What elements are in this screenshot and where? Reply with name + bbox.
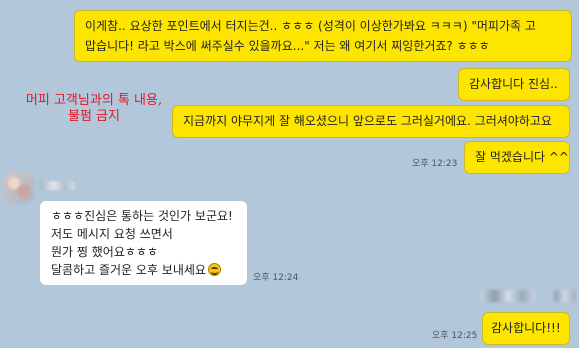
my-message-bubble[interactable]: 감사합니다 진심.. bbox=[458, 68, 570, 101]
message-line: 이게참.. 요상한 포인트에서 터지는건.. ㅎㅎㅎ (성격이 이상한가봐요 ㅋ… bbox=[85, 19, 536, 33]
message-line: 맙습니다! 라고 박스에 써주실수 있을까요..." 저는 왜 여기서 찌잉한거… bbox=[85, 39, 490, 53]
my-message-bubble[interactable]: 이게참.. 요상한 포인트에서 터지는건.. ㅎㅎㅎ (성격이 이상한가봐요 ㅋ… bbox=[74, 10, 572, 62]
sender-name-blurred bbox=[40, 181, 75, 190]
grinning-face-icon bbox=[207, 263, 221, 276]
copyright-watermark: 머피 고객님과의 톡 내용, 불펌 금지 bbox=[5, 93, 183, 125]
message-text: 감사합니다!!! bbox=[491, 321, 561, 335]
watermark-line-2: 불펌 금지 bbox=[68, 109, 120, 124]
message-timestamp: 오후 12:25 bbox=[432, 331, 478, 341]
blurred-content bbox=[481, 290, 536, 302]
my-message-bubble[interactable]: 잘 먹겠습니다 ^^ bbox=[464, 141, 570, 174]
message-timestamp: 오후 12:23 bbox=[412, 159, 458, 169]
message-line: 달콤하고 즐거운 오후 보내세요 bbox=[51, 261, 236, 279]
message-text: 달콤하고 즐거운 오후 보내세요 bbox=[51, 263, 206, 277]
message-text: 잘 먹겠습니다 ^^ bbox=[475, 150, 569, 164]
watermark-line-1: 머피 고객님과의 톡 내용, bbox=[25, 93, 163, 108]
other-message-bubble[interactable]: ㅎㅎㅎ진심은 통하는 것인가 보군요! 저도 메시지 요청 쓰면서 뭔가 찡 했… bbox=[40, 201, 247, 285]
message-timestamp: 오후 12:24 bbox=[253, 273, 299, 283]
message-text: 지금까지 야무지게 잘 해오셨으니 앞으로도 그러실거에요. 그러셔야하고요 bbox=[183, 114, 552, 128]
message-text: 감사합니다 진심.. bbox=[469, 77, 558, 91]
message-line: 저도 메시지 요청 쓰면서 bbox=[51, 227, 173, 241]
blurred-content bbox=[554, 290, 576, 302]
sender-avatar[interactable] bbox=[3, 172, 35, 204]
my-message-bubble[interactable]: 감사합니다!!! bbox=[482, 312, 570, 345]
my-message-bubble[interactable]: 지금까지 야무지게 잘 해오셨으니 앞으로도 그러실거에요. 그러셔야하고요 bbox=[172, 105, 570, 138]
message-line: 뭔가 찡 했어요ㅎㅎㅎ bbox=[51, 245, 158, 259]
message-line: ㅎㅎㅎ진심은 통하는 것인가 보군요! bbox=[51, 209, 233, 223]
